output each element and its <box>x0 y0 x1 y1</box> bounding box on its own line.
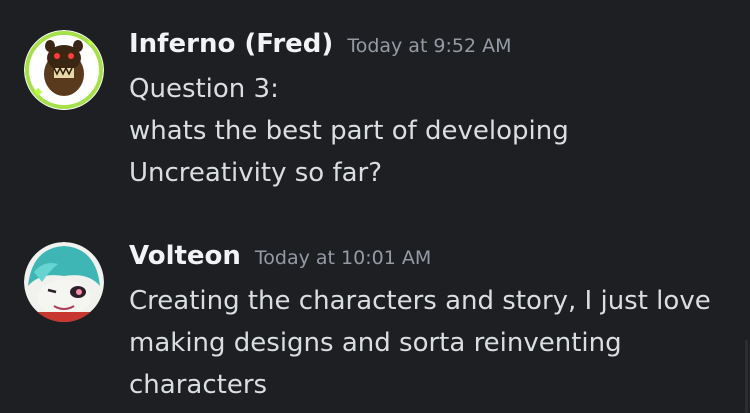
username[interactable]: Volteon <box>129 232 241 280</box>
message-line: making designs and sorta reinventing <box>129 328 622 358</box>
timestamp[interactable]: Today at 10:01 AM <box>255 234 431 282</box>
avatar-image <box>24 30 104 110</box>
username[interactable]: Inferno (Fred) <box>129 20 333 68</box>
message-header: Inferno (Fred) Today at 9:52 AM <box>129 20 739 68</box>
avatar-image <box>24 242 104 322</box>
message-line: whats the best part of developing <box>129 116 569 146</box>
avatar[interactable] <box>24 30 104 110</box>
message-content: Volteon Today at 10:01 AM Creating the c… <box>129 232 739 406</box>
message-line: Uncreativity so far? <box>129 158 383 188</box>
message-header: Volteon Today at 10:01 AM <box>129 232 739 280</box>
avatar[interactable] <box>24 242 104 322</box>
message-line: Creating the characters and story, I jus… <box>129 286 711 316</box>
message-content: Inferno (Fred) Today at 9:52 AM Question… <box>129 20 739 194</box>
message-line: Question 3: <box>129 74 279 104</box>
timestamp[interactable]: Today at 9:52 AM <box>347 22 511 70</box>
message-line: characters <box>129 370 268 400</box>
scrollbar-thumb[interactable] <box>745 340 748 413</box>
